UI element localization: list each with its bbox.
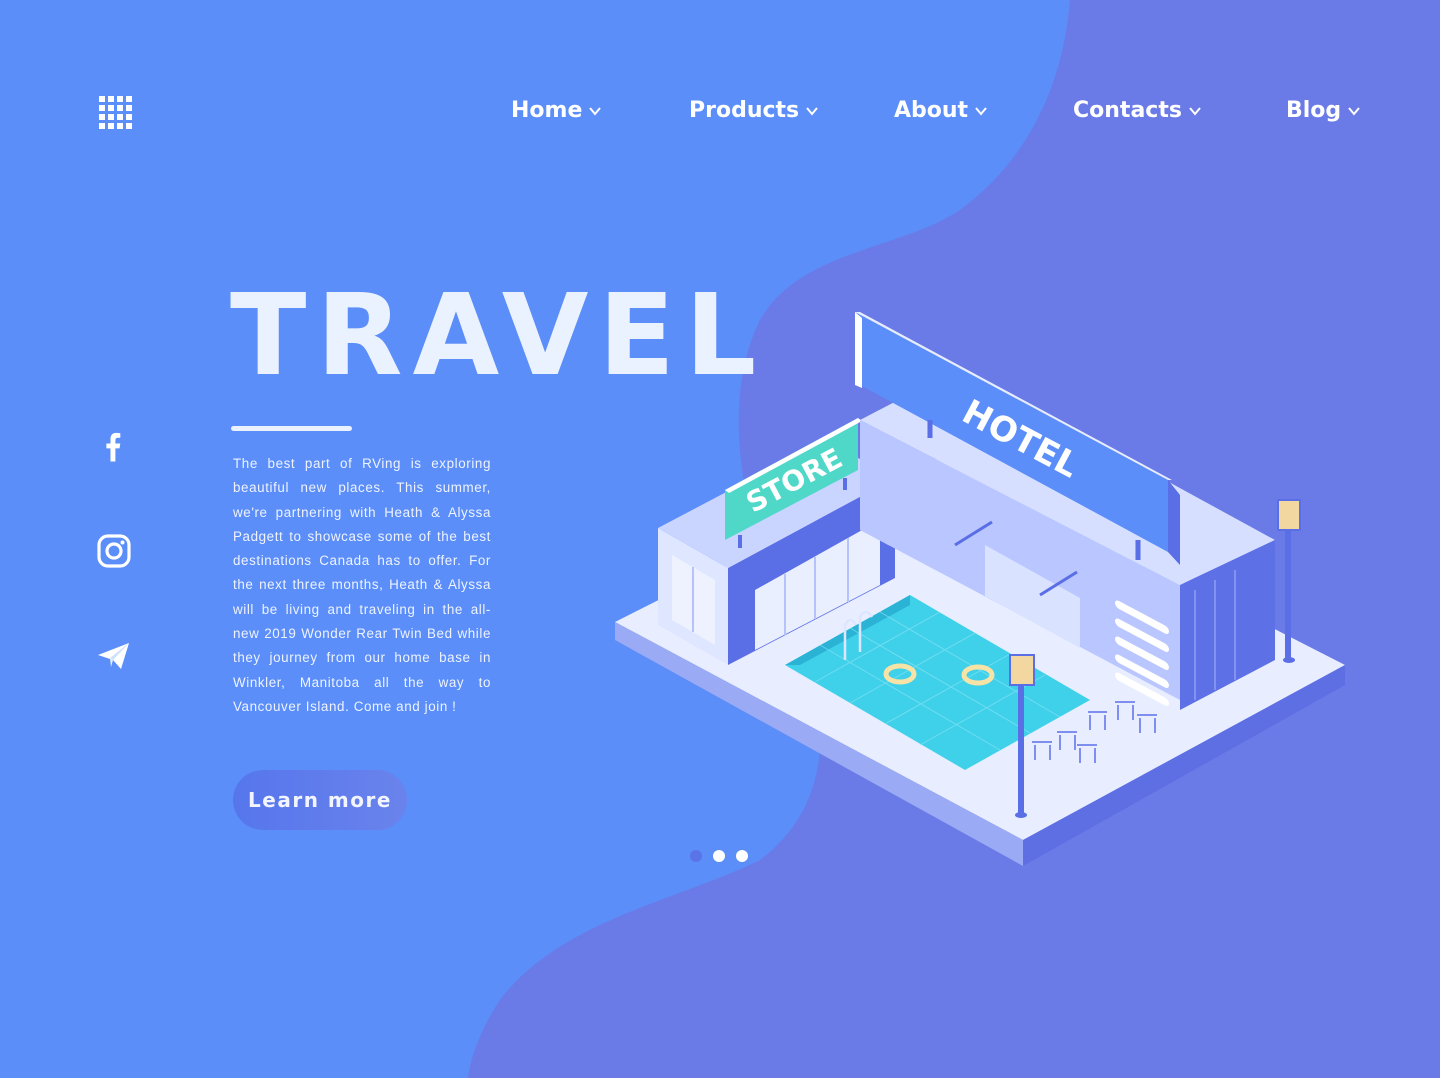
chevron-down-icon xyxy=(1189,106,1201,116)
nav-item-products[interactable]: Products xyxy=(689,98,819,123)
nav-item-contacts[interactable]: Contacts xyxy=(1073,98,1202,123)
nav-item-home[interactable]: Home xyxy=(511,98,602,123)
title-underline xyxy=(231,426,352,431)
hotel-illustration: STORE HOTEL xyxy=(615,312,1345,866)
instagram-glyph xyxy=(97,534,131,568)
nav-label: Blog xyxy=(1286,98,1342,123)
chevron-down-icon xyxy=(589,106,602,116)
facebook-glyph xyxy=(106,432,121,462)
nav-item-blog[interactable]: Blog xyxy=(1286,98,1361,123)
chevron-down-icon xyxy=(1348,106,1360,116)
instagram-icon[interactable] xyxy=(96,533,132,569)
learn-more-button[interactable]: Learn more xyxy=(233,770,407,830)
paper-plane-icon[interactable] xyxy=(96,638,132,674)
nav-label: About xyxy=(894,98,969,123)
chevron-down-icon xyxy=(975,106,987,116)
nav-item-about[interactable]: About xyxy=(894,98,988,123)
facebook-icon[interactable] xyxy=(96,432,132,468)
nav-label: Home xyxy=(511,98,583,123)
paper-plane-glyph xyxy=(98,643,129,669)
main-nav: Home Products About Contacts Blog xyxy=(0,98,1440,132)
nav-label: Contacts xyxy=(1073,98,1182,123)
chevron-down-icon xyxy=(806,106,818,116)
nav-label: Products xyxy=(689,98,800,123)
hero-description: The best part of RVing is exploring beau… xyxy=(233,456,491,714)
